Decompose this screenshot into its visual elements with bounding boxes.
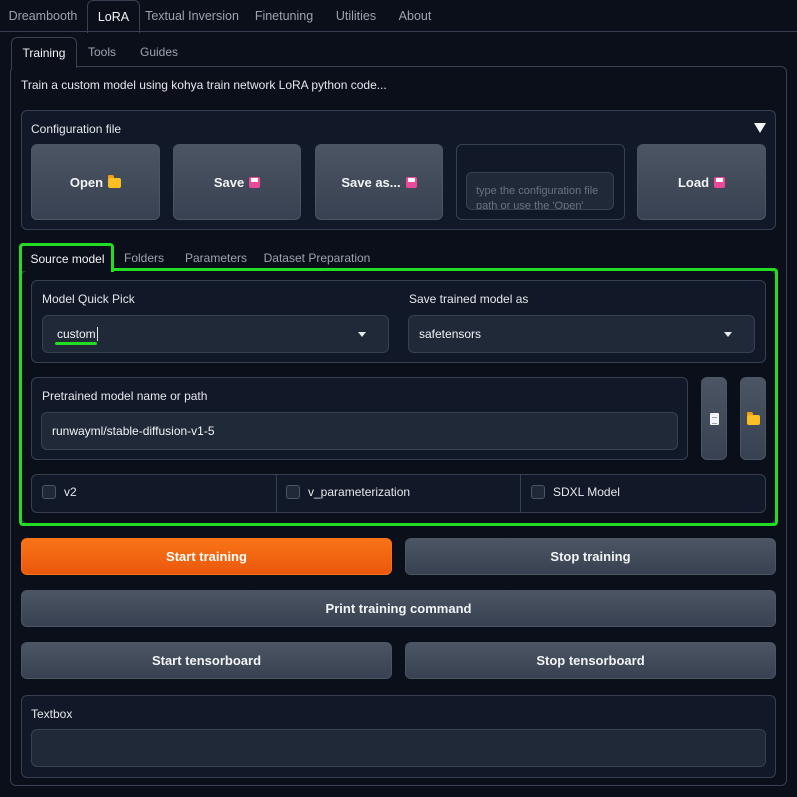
save-as-config-button[interactable]: Save as... (315, 144, 443, 220)
page-description: Train a custom model using kohya train n… (21, 78, 387, 92)
tab-training[interactable]: Training (11, 37, 77, 68)
textbox-label: Textbox (31, 707, 73, 721)
source-panel-highlight (19, 268, 778, 526)
save-config-button[interactable]: Save (173, 144, 301, 220)
folder-icon (108, 175, 122, 188)
tab-lora[interactable]: LoRA (87, 0, 140, 33)
load-label: Load (677, 174, 710, 190)
stop-training-button[interactable]: Stop training (405, 538, 776, 575)
tab-about[interactable]: About (394, 0, 436, 32)
open-config-button[interactable]: Open (31, 144, 160, 220)
floppy-disk-icon (405, 176, 417, 188)
highlight-gap (22, 268, 111, 271)
tab-utilities[interactable]: Utilities (328, 0, 384, 32)
output-textbox[interactable] (31, 729, 766, 767)
floppy-disk-icon (714, 176, 726, 188)
save-label: Save (213, 174, 245, 190)
config-title: Configuration file (31, 122, 122, 136)
start-tensorboard-button[interactable]: Start tensorboard (21, 642, 392, 679)
start-training-button[interactable]: Start training (21, 538, 392, 575)
floppy-disk-icon (249, 176, 261, 188)
collapse-triangle-icon[interactable] (754, 123, 766, 133)
tab-guides[interactable]: Guides (133, 37, 185, 67)
top-tabs-divider (0, 31, 797, 32)
tab-tools[interactable]: Tools (82, 37, 122, 67)
save-as-label: Save as... (341, 174, 401, 190)
open-label: Open (69, 174, 104, 190)
tab-textual-inversion[interactable]: Textual Inversion (142, 0, 242, 32)
tab-finetuning[interactable]: Finetuning (250, 0, 318, 32)
print-training-command-button[interactable]: Print training command (21, 590, 776, 627)
stop-tensorboard-button[interactable]: Stop tensorboard (405, 642, 776, 679)
tab-dreambooth[interactable]: Dreambooth (4, 0, 82, 32)
load-config-button[interactable]: Load (637, 144, 766, 220)
config-path-input[interactable]: type the configuration file path or use … (466, 172, 614, 210)
